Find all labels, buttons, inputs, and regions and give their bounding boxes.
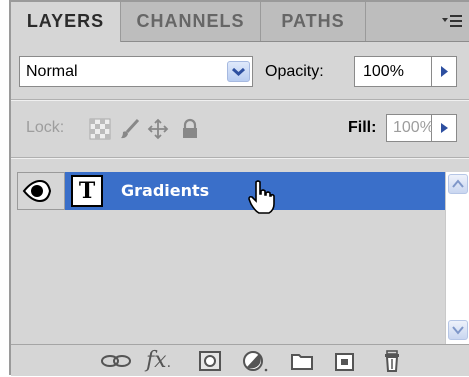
fx-menu-dot: . (166, 355, 172, 371)
blend-mode-select[interactable]: Normal (19, 56, 253, 87)
lock-transparent-icon[interactable] (89, 118, 111, 140)
layers-scrollbar[interactable] (445, 172, 469, 344)
fill-slider-button[interactable] (432, 114, 457, 142)
fill-label: Fill: (348, 119, 377, 136)
fill-field[interactable]: 100% (386, 114, 434, 142)
layer-row[interactable]: T Gradients (17, 172, 445, 214)
adjustment-layer-icon[interactable] (241, 349, 269, 373)
tab-layers[interactable]: LAYERS (11, 2, 121, 42)
layer-name[interactable]: Gradients (121, 172, 209, 210)
visibility-toggle[interactable] (17, 172, 65, 210)
fx-label: fx (146, 348, 167, 373)
blend-mode-value: Normal (26, 63, 78, 80)
lock-paint-icon[interactable] (119, 118, 141, 140)
new-group-icon[interactable] (288, 349, 316, 373)
divider (11, 99, 469, 101)
tab-channels[interactable]: CHANNELS (121, 2, 261, 41)
text-layer-thumbnail: T (71, 175, 103, 207)
opacity-field[interactable]: 100% (354, 56, 432, 87)
chevron-down-icon[interactable] (227, 61, 250, 82)
divider (11, 157, 469, 159)
panel-menu-icon[interactable] (441, 11, 463, 31)
layers-panel: LAYERS CHANNELS PATHS Normal Opacity: 10… (9, 0, 469, 376)
scroll-down-icon[interactable] (448, 320, 468, 340)
scroll-up-icon[interactable] (448, 174, 468, 194)
link-layers-icon[interactable] (99, 349, 133, 373)
layers-bottom-toolbar: fx. (11, 344, 469, 376)
opacity-slider-button[interactable] (432, 56, 457, 87)
lock-move-icon[interactable] (147, 118, 169, 140)
hand-cursor-icon (248, 180, 275, 214)
lock-label: Lock: (26, 119, 65, 136)
delete-layer-icon[interactable] (379, 349, 407, 373)
layers-list: T Gradients (17, 172, 469, 344)
opacity-label: Opacity: (265, 63, 324, 80)
fx-icon[interactable]: fx. (146, 349, 180, 373)
add-mask-icon[interactable] (196, 349, 224, 373)
panel-tab-bar: LAYERS CHANNELS PATHS (11, 2, 469, 42)
eye-icon (22, 179, 52, 203)
tab-paths[interactable]: PATHS (261, 2, 366, 41)
layer-item-selected[interactable]: T Gradients (65, 172, 445, 214)
new-layer-icon[interactable] (331, 349, 359, 373)
lock-all-icon[interactable] (179, 118, 201, 140)
